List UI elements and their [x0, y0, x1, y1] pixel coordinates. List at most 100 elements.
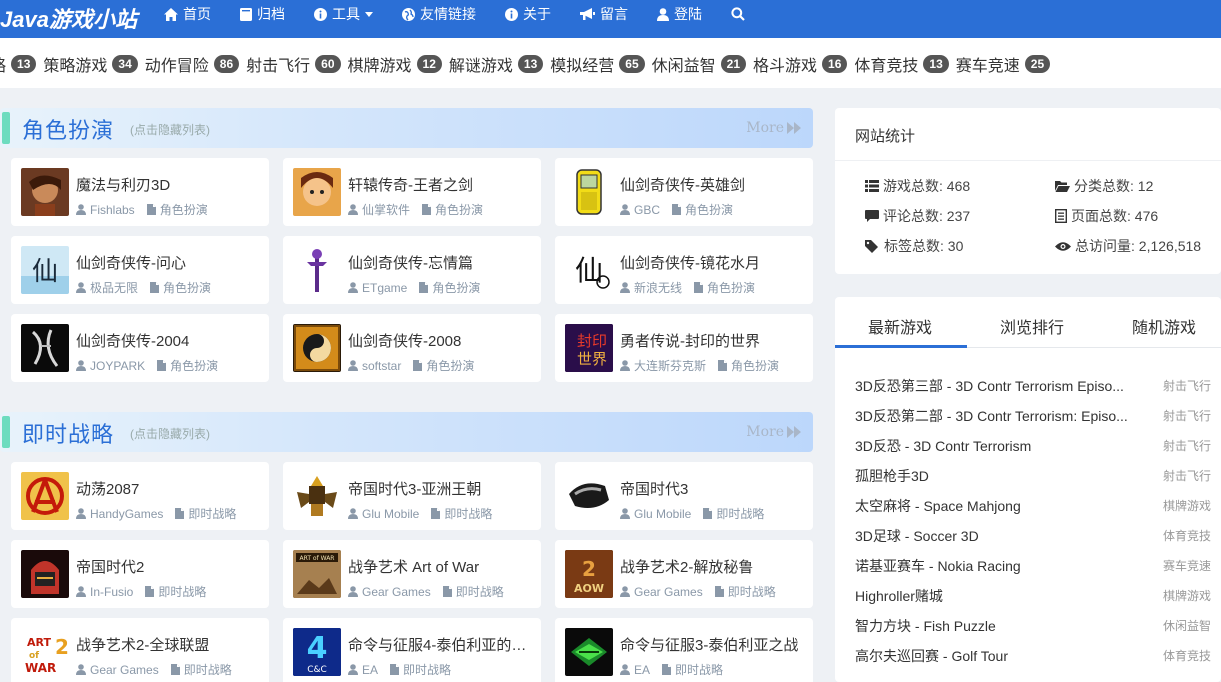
game-title[interactable]: 仙剑奇侠传-忘情篇: [348, 252, 533, 273]
category-item[interactable]: 动作冒险 86: [145, 52, 240, 76]
category-item[interactable]: 赛车竞速 25: [956, 52, 1051, 76]
game-thumbnail[interactable]: ART of WAR 2: [21, 628, 69, 676]
tab-random[interactable]: 随机游戏: [1132, 314, 1196, 338]
latest-game-name[interactable]: 太空麻将 - Space Mahjong: [855, 496, 1145, 516]
tab-latest[interactable]: 最新游戏: [868, 314, 932, 338]
latest-game-name[interactable]: 孤胆枪手3D: [855, 466, 1145, 486]
game-title[interactable]: 战争艺术2-全球联盟: [76, 634, 261, 655]
game-card[interactable]: 仙仙剑奇侠传-镜花水月 新浪无线 角色扮演: [555, 236, 813, 304]
game-category[interactable]: 角色扮演: [170, 357, 218, 374]
latest-game-item[interactable]: 诺基亚赛车 - Nokia Racing 赛车竞速: [855, 555, 1211, 575]
section-hint[interactable]: (点击隐藏列表): [130, 121, 210, 138]
game-title[interactable]: 仙剑奇侠传-镜花水月: [620, 252, 805, 273]
latest-game-item[interactable]: Highroller赌城 棋牌游戏: [855, 585, 1211, 605]
nav-guestbook[interactable]: 留言: [580, 4, 628, 24]
latest-game-item[interactable]: 太空麻将 - Space Mahjong 棋牌游戏: [855, 495, 1211, 515]
game-thumbnail[interactable]: [293, 168, 341, 216]
latest-game-item[interactable]: 3D反恐第三部 - 3D Contr Terrorism Episo... 射击飞…: [855, 375, 1211, 395]
latest-game-category[interactable]: 体育竞技: [1163, 527, 1211, 544]
section-header-rpg[interactable]: 角色扮演 (点击隐藏列表) More: [0, 108, 813, 148]
game-card[interactable]: 仙仙剑奇侠传-问心 极品无限 角色扮演: [11, 236, 269, 304]
latest-game-category[interactable]: 体育竞技: [1163, 647, 1211, 664]
game-thumbnail[interactable]: [565, 472, 613, 520]
game-title[interactable]: 勇者传说-封印的世界: [620, 330, 805, 351]
game-title[interactable]: 战争艺术 Art of War: [348, 556, 533, 577]
game-card[interactable]: 4 C&C 命令与征服4-泰伯利亚的… EA 即时战略: [283, 618, 541, 682]
latest-game-name[interactable]: 高尔夫巡回赛 - Golf Tour: [855, 646, 1145, 666]
game-title[interactable]: 轩辕传奇-王者之剑: [348, 174, 533, 195]
site-logo[interactable]: Java游戏小站: [0, 2, 137, 32]
game-vendor[interactable]: Gear Games: [90, 663, 159, 677]
game-thumbnail[interactable]: 2 AOW: [565, 550, 613, 598]
game-card[interactable]: ART of WAR 2 战争艺术2-全球联盟 Gear Games 即时战略: [11, 618, 269, 682]
latest-game-item[interactable]: 孤胆枪手3D 射击飞行: [855, 465, 1211, 485]
game-title[interactable]: 命令与征服3-泰伯利亚之战: [620, 634, 805, 655]
latest-game-category[interactable]: 射击飞行: [1163, 467, 1211, 484]
game-title[interactable]: 魔法与利刃3D: [76, 174, 261, 195]
game-vendor[interactable]: 大连斯芬克斯: [634, 357, 706, 374]
game-thumbnail[interactable]: [293, 246, 341, 294]
latest-game-category[interactable]: 棋牌游戏: [1163, 497, 1211, 514]
latest-game-name[interactable]: 3D反恐第三部 - 3D Contr Terrorism Episo...: [855, 376, 1145, 396]
search-button[interactable]: [731, 7, 750, 21]
game-vendor[interactable]: Glu Mobile: [634, 507, 691, 521]
section-hint[interactable]: (点击隐藏列表): [130, 425, 210, 442]
game-card[interactable]: 2 AOW 战争艺术2-解放秘鲁 Gear Games 即时战略: [555, 540, 813, 608]
latest-game-item[interactable]: 3D足球 - Soccer 3D 体育竞技: [855, 525, 1211, 545]
game-category[interactable]: 角色扮演: [707, 279, 755, 296]
more-link[interactable]: More: [746, 120, 801, 136]
game-vendor[interactable]: JOYPARK: [90, 359, 145, 373]
game-category[interactable]: 即时战略: [444, 505, 492, 522]
nav-tools[interactable]: 工具: [314, 4, 373, 24]
latest-game-category[interactable]: 射击飞行: [1163, 407, 1211, 424]
game-vendor[interactable]: Glu Mobile: [362, 507, 419, 521]
game-category[interactable]: 即时战略: [184, 661, 232, 678]
latest-game-item[interactable]: 高尔夫巡回赛 - Golf Tour 体育竞技: [855, 645, 1211, 665]
game-category[interactable]: 角色扮演: [432, 279, 480, 296]
game-category[interactable]: 角色扮演: [160, 201, 208, 218]
game-category[interactable]: 即时战略: [403, 661, 451, 678]
game-title[interactable]: 仙剑奇侠传-2004: [76, 330, 261, 351]
category-item[interactable]: 棋牌游戏 12: [348, 52, 442, 76]
nav-friend-links[interactable]: 友情链接: [402, 4, 476, 24]
game-title[interactable]: 动荡2087: [76, 478, 261, 499]
game-title[interactable]: 仙剑奇侠传-问心: [76, 252, 261, 273]
latest-game-name[interactable]: 3D反恐第二部 - 3D Contr Terrorism: Episo...: [855, 406, 1145, 426]
nav-archive[interactable]: 归档: [240, 4, 285, 24]
game-card[interactable]: ART of WAR 战争艺术 Art of War Gear Games 即时战略: [283, 540, 541, 608]
game-card[interactable]: 帝国时代3 Glu Mobile 即时战略: [555, 462, 813, 530]
game-title[interactable]: 命令与征服4-泰伯利亚的…: [348, 634, 533, 655]
game-thumbnail[interactable]: ART of WAR: [293, 550, 341, 598]
game-card[interactable]: 封印 世界 勇者传说-封印的世界 大连斯芬克斯 角色扮演: [555, 314, 813, 382]
game-category[interactable]: 角色扮演: [163, 279, 211, 296]
game-title[interactable]: 战争艺术2-解放秘鲁: [620, 556, 805, 577]
game-category[interactable]: 即时战略: [728, 583, 776, 600]
game-category[interactable]: 即时战略: [716, 505, 764, 522]
game-vendor[interactable]: In-Fusio: [90, 585, 133, 599]
game-thumbnail[interactable]: 4 C&C: [293, 628, 341, 676]
game-thumbnail[interactable]: 仙: [565, 246, 613, 294]
game-vendor[interactable]: GBC: [634, 203, 660, 217]
latest-game-item[interactable]: 智力方块 - Fish Puzzle 休闲益智: [855, 615, 1211, 635]
game-vendor[interactable]: EA: [634, 663, 650, 677]
category-item[interactable]: 体育竞技 13: [854, 52, 949, 76]
game-category[interactable]: 角色扮演: [426, 357, 474, 374]
game-title[interactable]: 帝国时代3-亚洲王朝: [348, 478, 533, 499]
latest-game-category[interactable]: 射击飞行: [1163, 377, 1211, 394]
game-thumbnail[interactable]: [293, 472, 341, 520]
game-card[interactable]: 仙剑奇侠传-2004 JOYPARK 角色扮演: [11, 314, 269, 382]
latest-game-name[interactable]: 智力方块 - Fish Puzzle: [855, 616, 1145, 636]
game-thumbnail[interactable]: [565, 168, 613, 216]
nav-login[interactable]: 登陆: [657, 4, 702, 24]
latest-game-category[interactable]: 棋牌游戏: [1163, 587, 1211, 604]
game-category[interactable]: 角色扮演: [435, 201, 483, 218]
category-item[interactable]: 休闲益智 21: [652, 52, 746, 76]
game-vendor[interactable]: Fishlabs: [90, 203, 135, 217]
category-item[interactable]: 策略游戏 34: [43, 52, 138, 76]
nav-home[interactable]: 首页: [164, 4, 211, 24]
game-card[interactable]: 帝国时代2 In-Fusio 即时战略: [11, 540, 269, 608]
category-item[interactable]: 略 13: [0, 52, 37, 76]
game-title[interactable]: 仙剑奇侠传-2008: [348, 330, 533, 351]
category-item[interactable]: 格斗游戏 16: [753, 52, 848, 76]
game-vendor[interactable]: HandyGames: [90, 507, 163, 521]
